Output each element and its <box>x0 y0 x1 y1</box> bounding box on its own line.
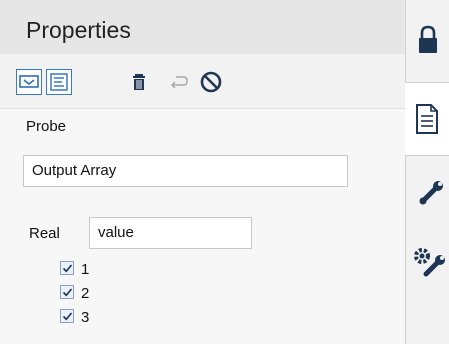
checkbox-label: 2 <box>81 285 90 302</box>
tab-tools[interactable] <box>406 160 449 224</box>
real-value-input[interactable]: value <box>89 217 252 249</box>
checkbox[interactable] <box>60 285 74 299</box>
checkmark-icon <box>62 264 73 273</box>
checkmark-icon <box>62 312 73 321</box>
document-icon <box>416 104 438 134</box>
delete-button[interactable] <box>126 69 152 95</box>
text-view-button[interactable] <box>46 69 72 95</box>
wrap-icon <box>170 76 188 89</box>
probe-view-button[interactable] <box>16 69 42 95</box>
wrap-button[interactable] <box>166 69 192 95</box>
panel-title: Properties <box>26 17 131 43</box>
tab-settings[interactable] <box>406 230 449 294</box>
probe-label: Probe <box>26 118 67 135</box>
gear-wrench-icon <box>414 248 445 277</box>
wrench-icon <box>419 181 443 205</box>
properties-panel: Properties Probe Output Array Real value… <box>0 0 406 344</box>
side-rail <box>405 0 449 344</box>
disable-button[interactable] <box>198 69 224 95</box>
tab-document[interactable] <box>405 82 449 156</box>
checkbox-label: 3 <box>81 309 90 326</box>
probe-view-icon <box>19 75 39 88</box>
checkbox[interactable] <box>60 309 74 323</box>
real-label: Real <box>29 225 60 242</box>
delete-icon <box>133 74 145 90</box>
checkbox-label: 1 <box>81 261 90 278</box>
checkmark-icon <box>62 288 73 297</box>
panel-header: Properties <box>0 0 405 54</box>
lock-icon <box>419 25 437 53</box>
text-view-icon <box>50 73 68 91</box>
probe-input[interactable]: Output Array <box>23 155 348 187</box>
disable-icon <box>200 71 222 93</box>
tab-lock[interactable] <box>406 0 449 76</box>
checkbox[interactable] <box>60 261 74 275</box>
